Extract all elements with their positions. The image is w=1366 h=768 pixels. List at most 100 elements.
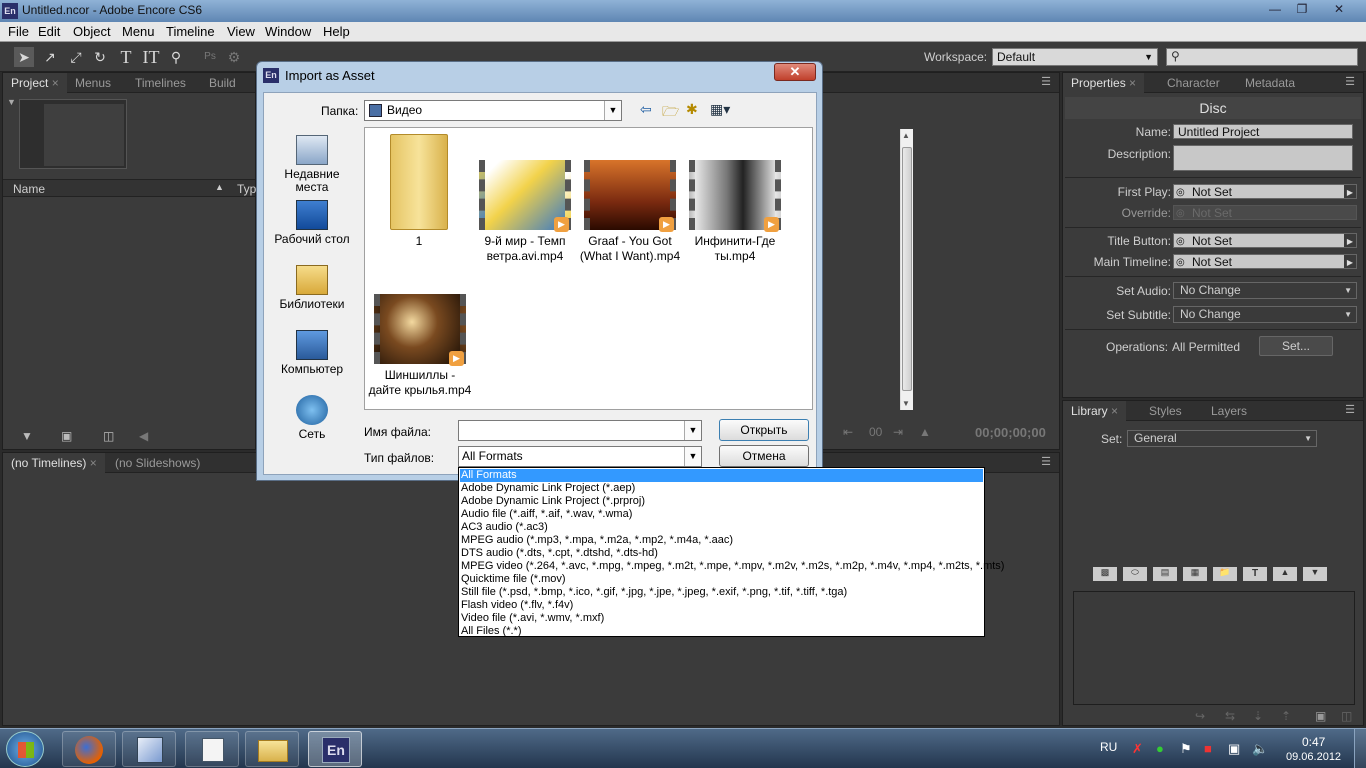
show-desktop-button[interactable]	[1354, 729, 1366, 768]
view-menu-icon[interactable]: ▦▾	[710, 101, 730, 118]
taskbar-paint[interactable]	[122, 731, 176, 767]
chevron-down-icon[interactable]: ▼	[684, 421, 701, 440]
operations-set-button[interactable]: Set...	[1259, 336, 1333, 356]
trash-icon[interactable]: ◫	[103, 429, 114, 443]
filetype-option[interactable]: DTS audio (*.dts, *.cpt, *.dtshd, *.dts-…	[460, 547, 983, 560]
new-item-icon[interactable]: ▣	[61, 429, 72, 443]
filter-shapes-icon[interactable]: ▲	[1273, 567, 1297, 581]
filetype-option[interactable]: Flash video (*.flv, *.f4v)	[460, 599, 983, 612]
clock-time[interactable]: 0:47	[1302, 735, 1325, 749]
menu-menu[interactable]: Menu	[122, 24, 155, 39]
tab-menus[interactable]: Menus	[67, 73, 119, 93]
zoom-tool-icon[interactable]: ⚲	[166, 47, 186, 67]
taskbar-explorer[interactable]	[245, 731, 299, 767]
trash-icon[interactable]: ◫	[1341, 709, 1352, 723]
tab-no-slideshows[interactable]: (no Slideshows)	[107, 453, 208, 473]
file-item-video[interactable]: ▶ Шиншиллы - дайте крылья.mp4	[368, 294, 472, 398]
file-item-video[interactable]: ▶ Graaf - You Got (What I Want).mp4	[578, 160, 682, 264]
new-folder-icon[interactable]: ✱	[686, 101, 698, 118]
maximize-button[interactable]: ❐	[1289, 1, 1315, 18]
chevron-down-icon[interactable]: ▼	[604, 101, 621, 120]
help-search-input[interactable]: ⚲	[1166, 48, 1358, 66]
network-icon[interactable]: ▣	[1228, 741, 1240, 757]
filetype-select[interactable]: All Formats ▼	[458, 446, 702, 467]
filename-input[interactable]: ▼	[458, 420, 702, 441]
filetype-option[interactable]: Still file (*.psd, *.bmp, *.ico, *.gif, …	[460, 586, 983, 599]
replace-sub-icon[interactable]: ⇡	[1281, 709, 1291, 723]
filetype-option[interactable]: Adobe Dynamic Link Project (*.aep)	[460, 482, 983, 495]
filter-text-icon[interactable]: T	[1243, 567, 1267, 581]
security-icon[interactable]: ■	[1204, 741, 1212, 756]
tab-no-timelines[interactable]: (no Timelines) ×	[3, 453, 105, 473]
volume-icon[interactable]: 🔈	[1252, 741, 1268, 757]
first-play-field[interactable]: Not Set ◎ ▶	[1173, 184, 1357, 199]
tab-character[interactable]: Character	[1159, 73, 1228, 93]
library-set-select[interactable]: General ▼	[1127, 430, 1317, 447]
start-button[interactable]	[6, 731, 44, 767]
file-item-video[interactable]: ▶ 9-й мир - Темп ветра.avi.mp4	[473, 160, 577, 264]
place-recent[interactable]: Недавние места	[272, 135, 352, 194]
column-type-header[interactable]: Typ	[237, 182, 256, 196]
go-to-start-icon[interactable]: ⇤	[843, 425, 853, 439]
menu-view[interactable]: View	[227, 24, 255, 39]
panel-menu-icon[interactable]: ☰	[1041, 455, 1051, 468]
file-list-scrollbar[interactable]: ▲ ▼	[900, 129, 913, 410]
column-name-header[interactable]: Name	[13, 182, 45, 196]
photoshop-icon[interactable]: Ps	[200, 47, 220, 67]
folder-select[interactable]: Видео ▼	[364, 100, 622, 121]
file-item-folder[interactable]: 1	[367, 134, 471, 249]
expand-arrow-icon[interactable]: ▼	[7, 97, 16, 107]
place-sub-icon[interactable]: ⇣	[1253, 709, 1263, 723]
chevron-down-icon[interactable]: ▼	[684, 447, 701, 466]
file-item-video[interactable]: ▶ Инфинити-Где ты.mp4	[683, 160, 787, 264]
filter-replace-icon[interactable]: ▼	[1303, 567, 1327, 581]
set-audio-select[interactable]: No Change ▼	[1173, 282, 1357, 299]
place-libraries[interactable]: Библиотеки	[272, 265, 352, 311]
tab-project[interactable]: Project ×	[3, 73, 67, 93]
scroll-left-icon[interactable]: ◀	[139, 429, 148, 443]
minimize-button[interactable]: —	[1262, 1, 1288, 18]
cancel-button[interactable]: Отмена	[719, 445, 809, 467]
name-field[interactable]: Untitled Project	[1173, 124, 1353, 139]
filetype-option[interactable]: Audio file (*.aiff, *.aif, *.wav, *.wma)	[460, 508, 983, 521]
panel-menu-icon[interactable]: ☰	[1345, 403, 1355, 416]
back-icon[interactable]: ⇦	[640, 101, 652, 118]
new-item-icon[interactable]: ▣	[1315, 709, 1326, 723]
filetype-option[interactable]: AC3 audio (*.ac3)	[460, 521, 983, 534]
set-subtitle-select[interactable]: No Change ▼	[1173, 306, 1357, 323]
menu-object[interactable]: Object	[73, 24, 111, 39]
network-error-icon[interactable]: ✗	[1132, 741, 1143, 757]
filter-folders-icon[interactable]: 📁	[1213, 567, 1237, 581]
open-button[interactable]: Открыть	[719, 419, 809, 441]
panel-menu-icon[interactable]: ☰	[1041, 75, 1051, 88]
replace-icon[interactable]: ⇆	[1225, 709, 1235, 723]
menu-edit[interactable]: Edit	[38, 24, 60, 39]
preview-icon[interactable]: ⚙	[224, 47, 244, 67]
menu-help[interactable]: Help	[323, 24, 350, 39]
taskbar-firefox[interactable]	[62, 731, 116, 767]
utorrent-icon[interactable]: ●	[1156, 741, 1164, 756]
tab-metadata[interactable]: Metadata	[1237, 73, 1303, 93]
filter-menus-icon[interactable]: ▤	[1153, 567, 1177, 581]
clock-date[interactable]: 09.06.2012	[1286, 751, 1341, 763]
filter-icon[interactable]: ▼	[21, 429, 33, 443]
filetype-option[interactable]: All Files (*.*)	[460, 625, 983, 638]
filetype-option[interactable]: Adobe Dynamic Link Project (*.prproj)	[460, 495, 983, 508]
language-indicator[interactable]: RU	[1100, 740, 1117, 754]
up-folder-icon[interactable]: 🗁	[662, 101, 679, 125]
go-to-end-icon[interactable]: ⇥	[893, 425, 903, 439]
panel-menu-icon[interactable]: ☰	[1345, 75, 1355, 88]
place-desktop[interactable]: Рабочий стол	[272, 200, 352, 246]
place-network[interactable]: Сеть	[272, 395, 352, 441]
workspace-select[interactable]: Default ▼	[992, 48, 1158, 66]
tab-styles[interactable]: Styles	[1141, 401, 1190, 421]
tab-build[interactable]: Build	[201, 73, 244, 93]
dialog-close-button[interactable]: ✕	[774, 63, 816, 81]
place-icon[interactable]: ↪	[1195, 709, 1205, 723]
selection-tool-icon[interactable]: ➤	[14, 47, 34, 67]
filetype-option[interactable]: Quicktime file (*.mov)	[460, 573, 983, 586]
title-button-field[interactable]: Not Set ◎ ▶	[1173, 233, 1357, 248]
tab-timelines[interactable]: Timelines	[127, 73, 194, 93]
taskbar-wordpad[interactable]	[185, 731, 239, 767]
sort-up-icon[interactable]: ▲	[215, 182, 224, 192]
